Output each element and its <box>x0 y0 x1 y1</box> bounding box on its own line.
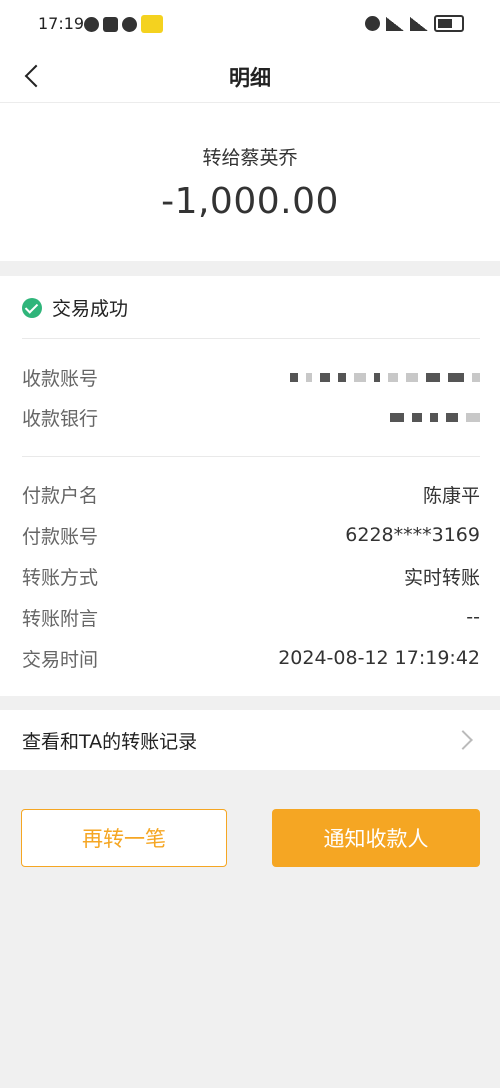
transfer-summary: 转给蔡英乔 -1,000.00 <box>0 103 500 261</box>
payer-name-row: 付款户名 陈康平 <box>22 479 480 509</box>
row-value: 实时转账 <box>403 566 480 589</box>
chevron-right-icon <box>453 730 473 750</box>
transaction-detail-card: 交易成功 收款账号 收款银行 付款户名 陈康平 付款账号 6228****316… <box>0 276 500 696</box>
payer-account-row: 付款账号 6228****3169 <box>22 520 480 550</box>
wechat-icon <box>122 16 137 32</box>
chat-icon <box>84 16 99 32</box>
battery-icon <box>434 15 464 32</box>
transaction-status: 交易成功 <box>22 294 128 321</box>
divider <box>22 456 480 457</box>
row-value: 陈康平 <box>422 484 480 507</box>
5g-signal-icon <box>410 16 428 31</box>
status-left-icons <box>84 15 163 33</box>
row-label: 收款银行 <box>22 407 99 430</box>
masked-value <box>290 372 480 382</box>
status-right-icons <box>365 15 464 32</box>
wifi-icon <box>386 16 404 31</box>
row-label: 转账方式 <box>22 566 99 589</box>
status-bar: 17:19 <box>0 0 500 50</box>
masked-value <box>390 412 480 422</box>
row-value: -- <box>466 606 480 628</box>
transaction-time-row: 交易时间 2024-08-12 17:19:42 <box>22 643 480 673</box>
transfer-note-row: 转账附言 -- <box>22 602 480 632</box>
status-time: 17:19 <box>38 14 85 33</box>
row-label: 转账附言 <box>22 607 99 630</box>
row-label: 付款户名 <box>22 484 99 507</box>
row-value: 6228****3169 <box>345 524 480 546</box>
transfer-again-button[interactable]: 再转一笔 <box>21 809 227 867</box>
status-text: 交易成功 <box>52 298 129 320</box>
transfer-method-row: 转账方式 实时转账 <box>22 561 480 591</box>
gift-icon <box>103 16 118 32</box>
transfer-amount: -1,000.00 <box>161 181 339 222</box>
row-label: 收款账号 <box>22 367 99 390</box>
notify-payee-button[interactable]: 通知收款人 <box>272 809 480 867</box>
row-label: 交易时间 <box>22 648 99 671</box>
divider <box>22 338 480 339</box>
alarm-icon <box>365 16 380 31</box>
check-circle-icon <box>22 297 42 318</box>
transfer-records-label: 查看和TA的转账记录 <box>22 731 198 753</box>
payee-bank-row: 收款银行 <box>22 402 480 432</box>
row-value: 2024-08-12 17:19:42 <box>278 647 480 669</box>
meituan-badge-icon <box>141 15 163 33</box>
nav-bar: 明细 <box>0 50 500 103</box>
transfer-records-link[interactable]: 查看和TA的转账记录 <box>0 710 500 770</box>
page-title: 明细 <box>229 66 271 90</box>
payee-account-row: 收款账号 <box>22 362 480 392</box>
recipient-label: 转给蔡英乔 <box>202 147 298 169</box>
row-label: 付款账号 <box>22 525 99 548</box>
